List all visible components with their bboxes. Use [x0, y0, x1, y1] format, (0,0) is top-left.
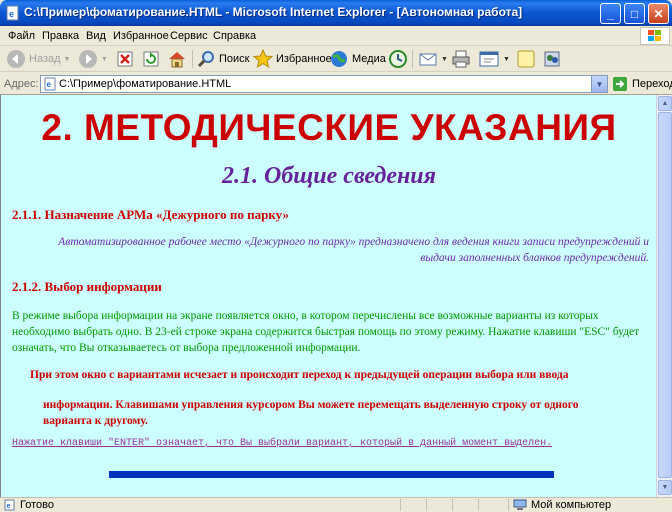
refresh-button[interactable]: [142, 48, 160, 70]
status-bar: e Готово Мой компьютер: [0, 497, 672, 512]
page-icon: e: [44, 77, 56, 91]
horizontal-rule: [109, 471, 554, 478]
go-arrow-icon: [613, 77, 627, 91]
subsection-heading-2: 2.1.2. Выбор информации: [12, 279, 162, 294]
scroll-thumb[interactable]: [658, 112, 672, 478]
status-ready-text: Готово: [20, 499, 54, 511]
menu-edit[interactable]: Правка: [42, 30, 79, 42]
paragraph-cursor-keys: информации. Клавишами управления курсоро…: [43, 399, 579, 427]
status-divider: [478, 499, 479, 511]
close-button[interactable]: ✕: [648, 3, 669, 24]
favorites-label: Избранное: [276, 53, 332, 65]
minimize-icon: _: [607, 6, 614, 21]
address-label: Адрес:: [4, 78, 39, 90]
go-label: Переход: [632, 78, 672, 90]
status-zone-text: Мой компьютер: [531, 499, 612, 511]
address-bar: Адрес: e C:\Пример\фоматирование.HTML ▼ …: [0, 73, 672, 95]
status-divider: [452, 499, 453, 511]
menu-favorites[interactable]: Избранное: [113, 30, 169, 42]
back-arrow-icon: [7, 50, 25, 68]
svg-text:e: e: [9, 9, 14, 19]
address-dropdown-icon[interactable]: ▼: [591, 76, 607, 92]
status-ready: e Готово: [4, 499, 54, 511]
refresh-icon: [143, 51, 159, 67]
edit-icon: [479, 51, 499, 67]
forward-dropdown-icon[interactable]: ▼: [101, 56, 108, 63]
paragraph-purpose: Автоматизированное рабочее место «Дежурн…: [58, 236, 649, 264]
window-title: C:\Пример\фоматирование.HTML - Microsoft…: [24, 5, 523, 19]
ie-page-icon: e: [6, 5, 19, 21]
page-heading: 2. МЕТОДИЧЕСКИЕ УКАЗАНИЯ: [41, 107, 617, 148]
toolbar: Назад ▼ ▼ Поиск Избранное Медиа ▼ ▼: [0, 46, 672, 72]
section-heading: 2.1. Общие сведения: [221, 163, 437, 189]
search-label: Поиск: [219, 53, 250, 65]
edit-button[interactable]: ▼: [478, 48, 510, 70]
toolbar-separator: [412, 50, 413, 68]
status-zone: Мой компьютер: [508, 499, 611, 511]
back-label: Назад: [29, 53, 61, 65]
mail-dropdown-icon[interactable]: ▼: [441, 56, 448, 63]
forward-arrow-icon: [79, 50, 97, 68]
stop-icon: [117, 51, 133, 67]
address-input[interactable]: e C:\Пример\фоматирование.HTML ▼: [40, 75, 608, 93]
svg-text:e: e: [7, 503, 11, 510]
search-icon: [197, 51, 214, 68]
messenger-button[interactable]: [542, 48, 562, 70]
status-divider: [400, 499, 401, 511]
home-button[interactable]: [167, 48, 187, 70]
menu-bar: Файл Правка Вид Избранное Сервис Справка: [0, 26, 672, 46]
mail-button[interactable]: ▼: [418, 48, 448, 70]
mail-icon: [419, 53, 437, 66]
print-icon: [452, 50, 470, 68]
paragraph-enter-link[interactable]: Нажатие клавиши "ENTER" означает, что Вы…: [12, 438, 652, 449]
subsection-heading-1: 2.1.1. Назначение АРМа «Дежурного по пар…: [12, 207, 289, 222]
print-button[interactable]: [451, 48, 471, 70]
messenger-icon: [544, 51, 560, 67]
page-content[interactable]: 2. МЕТОДИЧЕСКИЕ УКАЗАНИЯ 2.1. Общие свед…: [0, 95, 656, 497]
toolbar-separator: [192, 50, 193, 68]
back-dropdown-icon[interactable]: ▼: [64, 56, 71, 63]
page-done-icon: e: [4, 499, 15, 511]
status-divider: [426, 499, 427, 511]
maximize-button[interactable]: □: [624, 3, 645, 24]
menu-tools[interactable]: Сервис: [170, 30, 208, 42]
history-icon: [389, 50, 407, 68]
svg-text:e: e: [47, 80, 52, 89]
scroll-down-icon[interactable]: ▼: [658, 480, 672, 495]
home-icon: [169, 52, 185, 68]
favorites-button[interactable]: Избранное: [253, 48, 332, 70]
go-button[interactable]: Переход: [612, 76, 672, 92]
paragraph-selection: В режиме выбора информации на экране поя…: [12, 310, 640, 354]
back-button[interactable]: Назад ▼: [6, 48, 70, 70]
history-button[interactable]: [388, 48, 408, 70]
menu-help[interactable]: Справка: [213, 30, 256, 42]
maximize-icon: □: [630, 6, 639, 21]
title-bar[interactable]: e C:\Пример\фоматирование.HTML - Microso…: [0, 0, 672, 26]
media-button[interactable]: Медиа: [329, 48, 386, 70]
media-label: Медиа: [352, 53, 386, 65]
scroll-up-icon[interactable]: ▲: [658, 96, 672, 111]
favorites-star-icon: [253, 49, 273, 69]
stop-button[interactable]: [116, 48, 134, 70]
my-computer-icon: [513, 499, 527, 510]
menu-file[interactable]: Файл: [8, 30, 35, 42]
vertical-scrollbar[interactable]: ▲ ▼: [656, 95, 672, 497]
discuss-button[interactable]: [516, 48, 536, 70]
search-button[interactable]: Поиск: [196, 48, 249, 70]
media-globe-icon: [331, 51, 347, 67]
forward-button[interactable]: ▼: [78, 48, 108, 70]
minimize-button[interactable]: _: [600, 3, 621, 24]
discuss-icon: [517, 50, 535, 68]
edit-dropdown-icon[interactable]: ▼: [503, 56, 510, 63]
close-icon: ✕: [653, 6, 664, 21]
menu-view[interactable]: Вид: [86, 30, 106, 42]
windows-logo-icon: [640, 27, 670, 45]
paragraph-escape: При этом окно с вариантами исчезает и пр…: [30, 369, 569, 381]
address-value: C:\Пример\фоматирование.HTML: [59, 78, 232, 90]
